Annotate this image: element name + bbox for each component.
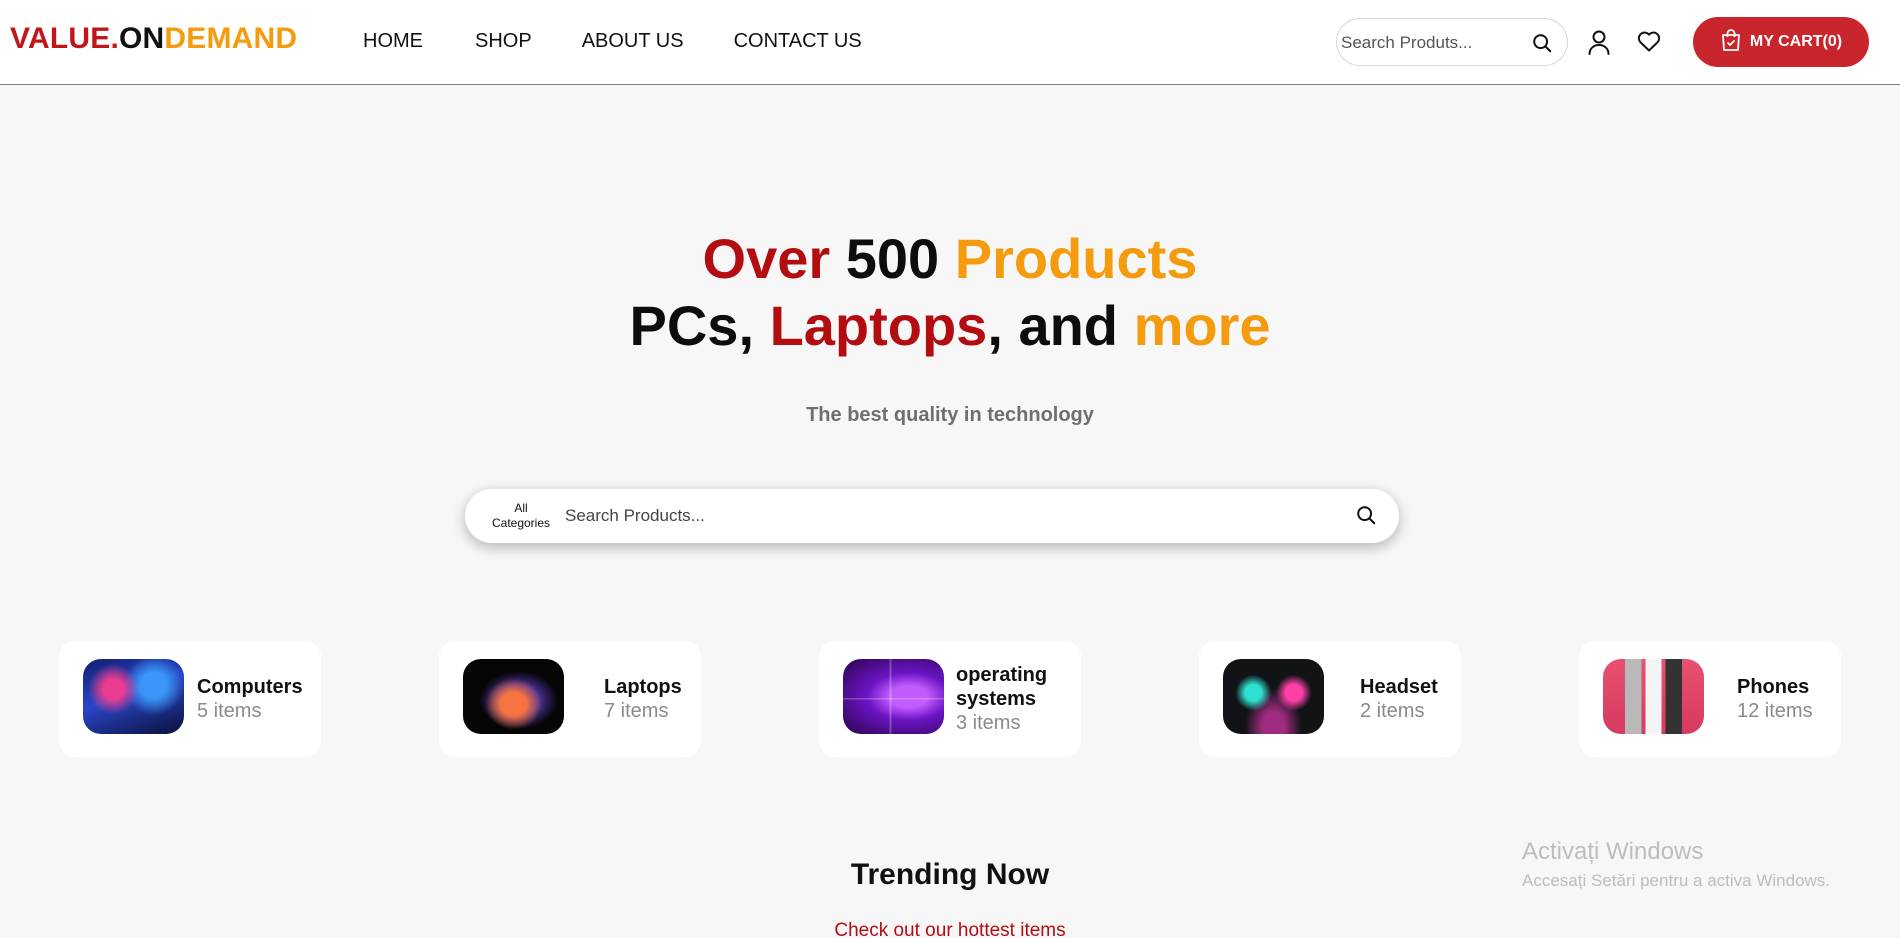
hero-word: more bbox=[1133, 294, 1271, 357]
category-text: Headset 2 items bbox=[1360, 641, 1438, 757]
phones-image bbox=[1603, 659, 1704, 734]
category-name: operating systems bbox=[956, 664, 1048, 710]
category-select-line-2: Categories bbox=[491, 516, 551, 530]
category-card-laptops[interactable]: Laptops 7 items bbox=[439, 641, 701, 757]
hero-word: 500 bbox=[845, 227, 955, 290]
trending-subtitle: Check out our hottest items bbox=[834, 920, 1066, 938]
search-icon[interactable] bbox=[1355, 504, 1377, 531]
headset-image bbox=[1223, 659, 1324, 734]
category-name: Headset bbox=[1360, 676, 1438, 698]
cart-label: MY CART(0) bbox=[1749, 33, 1843, 50]
laptops-image bbox=[463, 659, 564, 734]
category-text: Laptops 7 items bbox=[604, 641, 682, 757]
category-name: Laptops bbox=[604, 676, 682, 698]
hero-title-line-1: Over 500 Products bbox=[0, 225, 1900, 292]
category-select[interactable]: All Categories bbox=[485, 501, 557, 531]
logo-part-value: VALUE. bbox=[10, 22, 119, 55]
product-search-input[interactable] bbox=[565, 503, 1265, 529]
heart-icon[interactable] bbox=[1637, 30, 1661, 57]
windows-activation-title: Activați Windows bbox=[1522, 838, 1704, 865]
my-cart-button[interactable]: MY CART(0) bbox=[1693, 17, 1869, 67]
category-count: 5 items bbox=[197, 700, 262, 722]
category-name: Phones bbox=[1737, 676, 1810, 698]
category-text: Phones 12 items bbox=[1737, 641, 1813, 757]
nav-contact-us[interactable]: CONTACT US bbox=[734, 30, 862, 53]
windows-activation-subtitle: Accesați Setări pentru a activa Windows. bbox=[1522, 871, 1831, 890]
hero-word: , and bbox=[987, 294, 1134, 357]
hero-word: PCs, bbox=[629, 294, 770, 357]
site-header: VALUE.ONDEMAND HOME SHOP ABOUT US CONTAC… bbox=[0, 0, 1900, 85]
hero-word: Laptops bbox=[769, 294, 988, 357]
header-search-input[interactable] bbox=[1341, 31, 1521, 55]
nav-about-us[interactable]: ABOUT US bbox=[582, 30, 684, 53]
logo-part-on: ON bbox=[118, 22, 165, 55]
nav-shop[interactable]: SHOP bbox=[475, 30, 532, 53]
header-search bbox=[1336, 18, 1568, 66]
category-text: Computers 5 items bbox=[197, 641, 303, 757]
search-icon[interactable] bbox=[1531, 32, 1553, 59]
logo-part-demand: DEMAND bbox=[164, 22, 298, 55]
category-card-headset[interactable]: Headset 2 items bbox=[1199, 641, 1461, 757]
shopping-bag-icon bbox=[1720, 28, 1742, 57]
category-count: 7 items bbox=[604, 700, 669, 722]
hero-word: Over bbox=[702, 227, 846, 290]
category-card-operating-systems[interactable]: operating systems 3 items bbox=[819, 641, 1081, 757]
nav-home[interactable]: HOME bbox=[363, 30, 423, 53]
hero-subtitle: The best quality in technology bbox=[806, 404, 1094, 426]
category-card-phones[interactable]: Phones 12 items bbox=[1579, 641, 1841, 757]
user-icon[interactable] bbox=[1587, 29, 1611, 60]
operating-systems-image bbox=[843, 659, 944, 734]
category-text: operating systems 3 items bbox=[956, 641, 1066, 757]
hero-title: Over 500 Products PCs, Laptops, and more bbox=[0, 225, 1900, 359]
category-card-computers[interactable]: Computers 5 items bbox=[59, 641, 321, 757]
computers-image bbox=[83, 659, 184, 734]
product-search-bar: All Categories bbox=[465, 489, 1399, 543]
main-nav: HOME SHOP ABOUT US CONTACT US bbox=[363, 30, 862, 53]
hero-title-line-2: PCs, Laptops, and more bbox=[0, 292, 1900, 359]
hero-word: Products bbox=[954, 227, 1198, 290]
category-name: Computers bbox=[197, 676, 303, 698]
category-count: 12 items bbox=[1737, 700, 1813, 722]
category-select-line-1: All bbox=[514, 501, 528, 515]
logo[interactable]: VALUE.ONDEMAND bbox=[10, 22, 297, 56]
category-count: 3 items bbox=[956, 712, 1021, 734]
category-count: 2 items bbox=[1360, 700, 1425, 722]
